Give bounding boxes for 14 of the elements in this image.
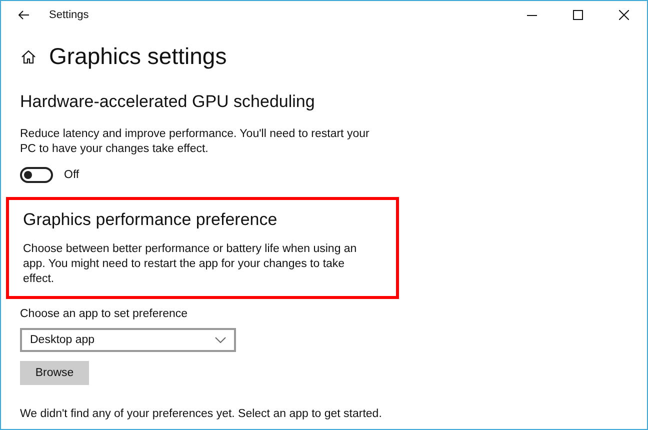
window-title: Settings (49, 9, 90, 21)
chevron-down-icon (215, 337, 226, 343)
section-heading: Hardware-accelerated GPU scheduling (20, 92, 316, 112)
status-message: We didn't find any of your preferences yet. Select an app to get started. (20, 408, 383, 420)
section-description: Reduce latency and improve performance. You'll need to restart your PC to have your changes take effect. (20, 127, 370, 157)
app-dropdown[interactable]: Desktop app (20, 328, 236, 352)
toggle-label: Off (64, 169, 80, 181)
toggle-switch[interactable] (20, 167, 53, 183)
home-icon[interactable] (21, 50, 36, 64)
page-title: Graphics settings (49, 43, 227, 70)
section-heading: Graphics performance preference (23, 210, 278, 230)
dropdown-label: Choose an app to set preference (20, 308, 189, 320)
section-description: Choose between better performance or battery life when using an app. You might need to restart the app for your changes to take effect. (23, 242, 358, 287)
browse-button[interactable]: Browse (20, 361, 89, 385)
